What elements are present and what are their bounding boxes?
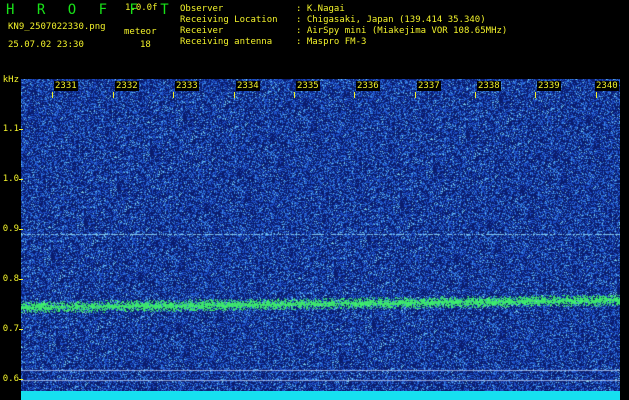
y-tick-label: 1.1 xyxy=(2,124,19,134)
count-label: 18 xyxy=(140,40,151,50)
timestamp-label: 25.07.02 23:30 xyxy=(8,40,84,50)
x-tick-mark xyxy=(596,92,597,98)
x-tick-mark xyxy=(113,92,114,98)
y-unit-label: kHz xyxy=(2,75,19,85)
x-tick-mark xyxy=(535,92,536,98)
version-label: 1.0.0f xyxy=(125,3,158,13)
spectrogram-canvas xyxy=(21,79,620,395)
y-tick-label: 0.9 xyxy=(2,224,19,234)
antenna-value: : Maspro FM-3 xyxy=(296,37,367,47)
header-panel: H R O F F T 1.0.0f KN9_2507022330.png me… xyxy=(0,0,629,80)
receiver-value: : AirSpy mini (Miakejima VOR 108.65MHz) xyxy=(296,26,508,36)
x-tick-mark xyxy=(294,92,295,98)
y-tick-label: 0.6 xyxy=(2,374,19,384)
location-value: : Chigasaki, Japan (139.414 35.340) xyxy=(296,15,486,25)
y-tick-label: 0.8 xyxy=(2,274,19,284)
y-tick-mark xyxy=(19,229,23,230)
y-tick-mark xyxy=(19,129,23,130)
y-tick-label: 0.7 xyxy=(2,324,19,334)
antenna-label: Receiving antenna xyxy=(180,37,273,47)
y-tick-mark xyxy=(19,179,23,180)
x-tick-mark xyxy=(52,92,53,98)
x-tick-label: 2331 xyxy=(54,81,78,91)
x-tick-label: 2335 xyxy=(296,81,320,91)
y-tick-mark xyxy=(19,279,23,280)
y-tick-mark xyxy=(19,329,23,330)
x-tick-mark xyxy=(354,92,355,98)
x-tick-label: 2338 xyxy=(477,81,501,91)
x-tick-label: 2339 xyxy=(537,81,561,91)
x-tick-mark xyxy=(415,92,416,98)
y-tick-label: 1.0 xyxy=(2,174,19,184)
x-tick-label: 2340 xyxy=(595,81,619,91)
y-tick-mark xyxy=(19,379,23,380)
spectrogram-plot[interactable] xyxy=(21,79,620,395)
observer-value: : K.Nagai xyxy=(296,4,345,14)
x-tick-mark xyxy=(234,92,235,98)
x-tick-label: 2333 xyxy=(175,81,199,91)
observer-label: Observer xyxy=(180,4,224,14)
x-tick-label: 2332 xyxy=(115,81,139,91)
mode-label: meteor xyxy=(124,27,157,37)
location-label: Receiving Location xyxy=(180,15,278,25)
bottom-power-bar xyxy=(21,391,620,400)
x-tick-label: 2337 xyxy=(417,81,441,91)
y-axis: kHz 1.1 1.0 0.9 0.8 0.7 0.6 xyxy=(0,75,23,400)
x-tick-label: 2334 xyxy=(236,81,260,91)
filename-label: KN9_2507022330.png xyxy=(8,22,106,32)
receiver-label: Receiver xyxy=(180,26,224,36)
x-tick-mark xyxy=(475,92,476,98)
right-border xyxy=(620,79,629,400)
x-tick-label: 2336 xyxy=(356,81,380,91)
x-tick-mark xyxy=(173,92,174,98)
